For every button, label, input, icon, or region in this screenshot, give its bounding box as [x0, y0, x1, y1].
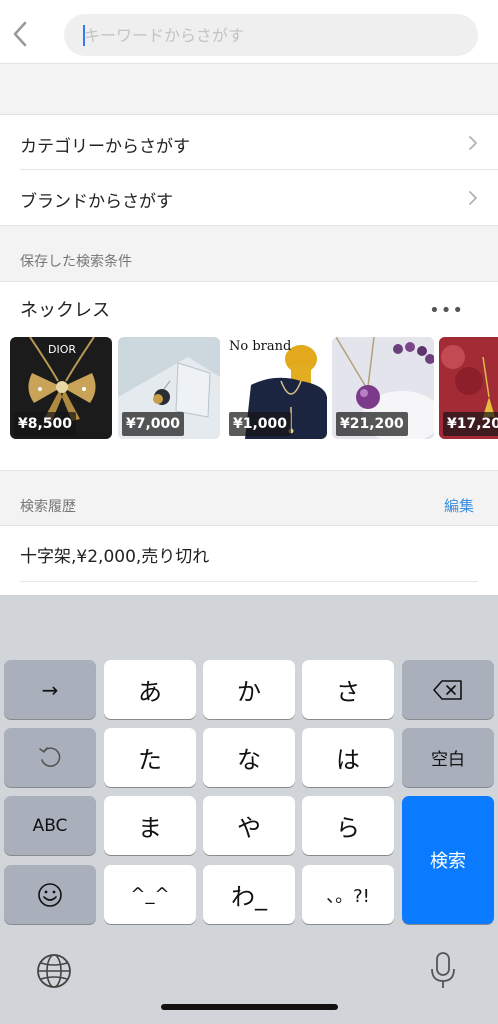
keyboard-a-key[interactable]: あ — [104, 660, 196, 719]
product-thumbnail[interactable]: ¥17,200 — [439, 337, 498, 439]
delete-icon — [433, 679, 462, 700]
keyboard-dictation-button[interactable] — [428, 951, 458, 991]
price-tag: ¥1,000 — [229, 412, 292, 436]
keyboard-delete-key[interactable] — [402, 660, 494, 719]
product-thumbnail[interactable]: No brand ¥1,000 — [225, 337, 327, 439]
emoji-icon — [38, 882, 62, 907]
category-label: カテゴリーからさがす — [20, 137, 190, 157]
keyboard-ka-key[interactable]: か — [203, 660, 295, 719]
search-box[interactable] — [64, 14, 478, 56]
brand-watermark: No brand — [229, 339, 292, 354]
keyboard-arrow-right-key[interactable]: → — [4, 660, 96, 719]
product-thumbnail[interactable]: ¥21,200 — [332, 337, 434, 439]
chevron-right-icon — [469, 191, 477, 205]
search-header — [0, 0, 498, 64]
keyboard-abc-key[interactable]: ABC — [4, 796, 96, 855]
keyboard-ma-key[interactable]: ま — [104, 796, 196, 855]
keyboard-ra-key[interactable]: ら — [302, 796, 394, 855]
price-tag: ¥8,500 — [14, 412, 77, 436]
keyboard-punctuation-key[interactable]: 、。?! — [302, 865, 394, 924]
saved-search-header: 保存した検索条件 — [0, 225, 498, 282]
keyboard-kaomoji-key[interactable]: ^_^ — [104, 865, 196, 924]
keyboard-wa-key[interactable]: わ_ — [203, 865, 295, 924]
keyboard-sa-key[interactable]: さ — [302, 660, 394, 719]
keyboard-ha-key[interactable]: は — [302, 728, 394, 787]
price-tag: ¥7,000 — [122, 412, 185, 436]
brand-label: ブランドからさがす — [20, 192, 173, 212]
keyboard-ya-key[interactable]: や — [203, 796, 295, 855]
chevron-right-icon — [469, 136, 477, 150]
more-options-button[interactable]: ••• — [429, 300, 464, 321]
spacer-band — [0, 64, 498, 114]
search-input[interactable] — [84, 14, 464, 56]
keyboard-space-key[interactable]: 空白 — [402, 728, 494, 787]
saved-search-title[interactable]: ネックレス — [20, 296, 110, 322]
price-tag: ¥17,200 — [443, 412, 498, 436]
chevron-left-icon — [13, 21, 27, 47]
saved-search-thumbnails: DIOR ¥8,500 ¥7,000 No brand ¥1,000 ¥21,2… — [10, 337, 498, 439]
edit-history-button[interactable]: 編集 — [444, 495, 474, 516]
keyboard-undo-key[interactable] — [4, 728, 96, 787]
product-thumbnail[interactable]: ¥7,000 — [118, 337, 220, 439]
history-header: 検索履歴 編集 — [0, 470, 498, 526]
divider — [20, 581, 478, 582]
history-section-title: 検索履歴 — [20, 499, 76, 515]
keyboard-search-key[interactable]: 検索 — [402, 796, 494, 924]
saved-search-section-title: 保存した検索条件 — [20, 254, 132, 270]
keyboard-ta-key[interactable]: た — [104, 728, 196, 787]
history-item: 十字架,¥2,000,売り切れ — [20, 547, 210, 567]
product-thumbnail[interactable]: DIOR ¥8,500 — [10, 337, 112, 439]
microphone-icon — [431, 952, 455, 988]
price-tag: ¥21,200 — [336, 412, 408, 436]
browse-brand-row[interactable]: ブランドからさがす — [0, 170, 498, 226]
keyboard-globe-button[interactable] — [36, 953, 72, 989]
globe-icon — [37, 954, 71, 988]
keyboard: → あ か さ た な は 空白 ABC ま や ら 検索 ^_^ わ_ 、。?… — [0, 595, 498, 1024]
brand-watermark: DIOR — [48, 343, 77, 356]
home-indicator — [161, 1004, 338, 1010]
keyboard-emoji-key[interactable] — [4, 865, 96, 924]
browse-category-row[interactable]: カテゴリーからさがす — [0, 114, 498, 170]
back-button[interactable] — [6, 16, 34, 52]
undo-icon — [39, 746, 61, 767]
spacer — [0, 439, 498, 470]
keyboard-na-key[interactable]: な — [203, 728, 295, 787]
